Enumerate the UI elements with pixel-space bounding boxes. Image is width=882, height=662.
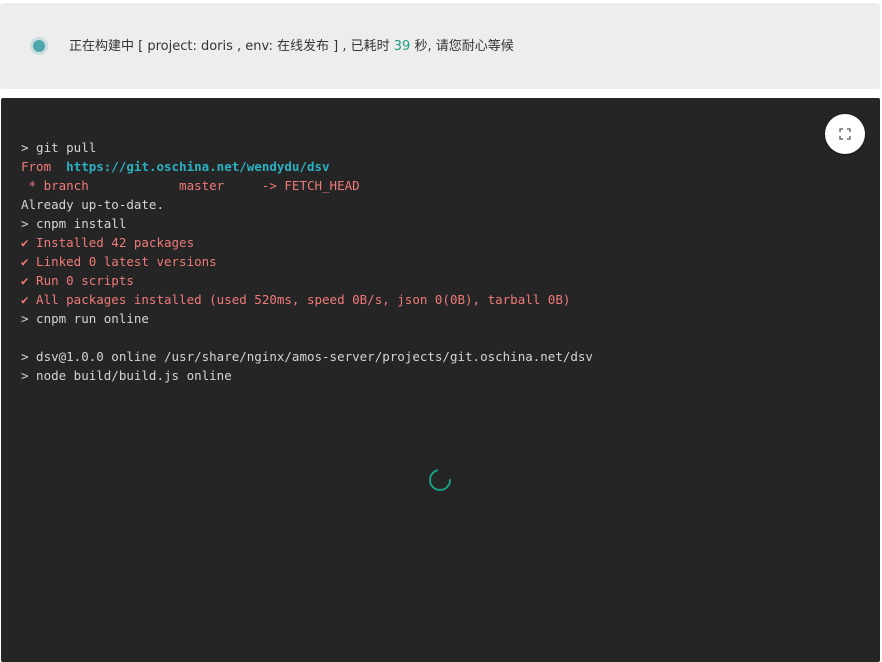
log-line: > cnpm run online [21,311,149,326]
log-line: ✔ Run 0 scripts [21,273,134,288]
log-line [21,328,593,347]
elapsed-seconds: 39 [393,39,411,54]
log-line-text: From [21,159,67,174]
log-line: > node build/build.js online [21,368,232,383]
log-line: > cnpm install [21,216,127,231]
log-line: ✔ All packages installed (used 520ms, sp… [21,292,571,307]
log-line: ✔ Linked 0 latest versions [21,254,217,269]
log-line: * branch master -> FETCH_HEAD [21,178,360,193]
log-line: > dsv@1.0.0 online /usr/share/nginx/amos… [21,349,593,364]
log-line: From https://git.oschina.net/wendydu/dsv [21,157,593,176]
build-log: > git pull From https://git.oschina.net/… [21,138,593,385]
log-line: ✔ Installed 42 packages [21,235,195,250]
loading-spinner [428,468,452,492]
status-indicator-dot [33,40,45,52]
fullscreen-button[interactable] [825,114,865,154]
log-line: > git pull [21,140,97,155]
status-text-prefix: 正在构建中 [ project: doris , env: 在线发布 ] , 已… [69,39,394,54]
build-status-bar: 正在构建中 [ project: doris , env: 在线发布 ] , 已… [0,3,880,89]
build-log-console[interactable]: > git pull From https://git.oschina.net/… [1,98,880,662]
expand-icon [839,128,851,140]
repo-url-link[interactable]: https://git.oschina.net/wendydu/dsv [66,159,329,174]
status-text-suffix: 秒, 请您耐心等候 [410,39,514,54]
spinner-icon [429,469,451,491]
log-line: Already up-to-date. [21,197,164,212]
build-status-text: 正在构建中 [ project: doris , env: 在线发布 ] , 已… [69,38,514,56]
